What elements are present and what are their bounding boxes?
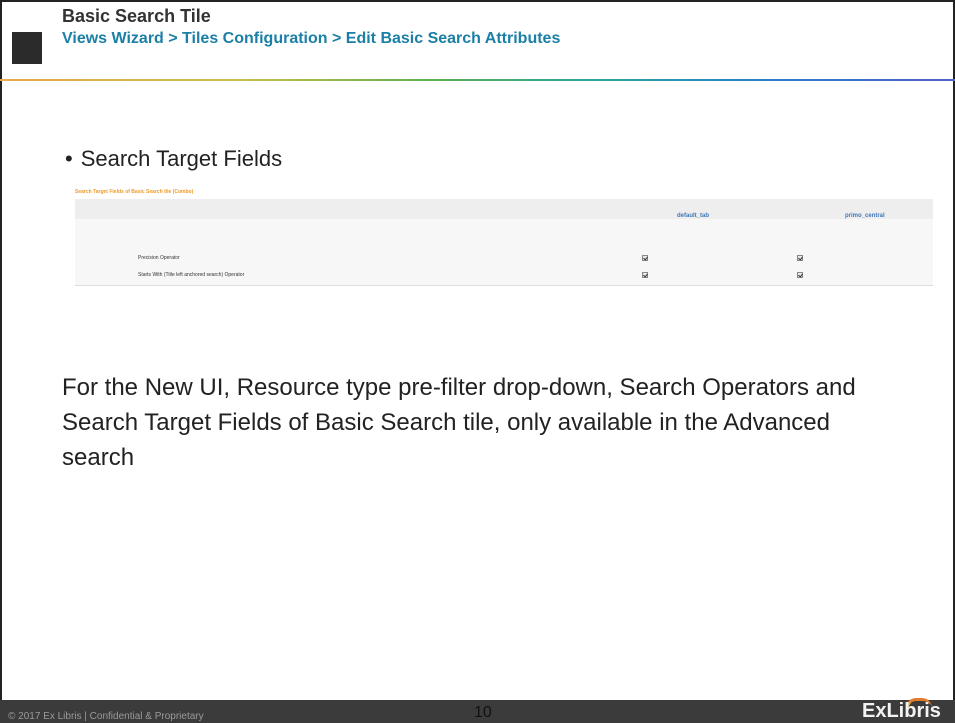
embedded-table-header <box>75 199 933 219</box>
bullet-text: Search Target Fields <box>80 146 283 171</box>
checkbox-precision-primo-central[interactable] <box>797 255 803 261</box>
bullet-dot-icon: • <box>65 146 73 171</box>
column-header-default-tab: default_tab <box>677 213 710 219</box>
table-row-label: Starts With (Title left anchored search)… <box>138 272 245 278</box>
checkbox-starts-with-default-tab[interactable] <box>642 272 648 278</box>
footer-copyright: © 2017 Ex Libris | Confidential & Propri… <box>8 711 204 722</box>
embedded-screenshot-title: Search Target Fields of Basic Search til… <box>75 189 194 195</box>
header-square-decoration <box>12 32 42 64</box>
body-text: For the New UI, Resource type pre-filter… <box>62 374 856 471</box>
logo-text: ExLibris <box>862 700 941 722</box>
slide-border-top <box>0 0 955 2</box>
slide-border-left <box>0 0 2 700</box>
breadcrumb: Views Wizard > Tiles Configuration > Edi… <box>62 30 561 47</box>
checkbox-starts-with-primo-central[interactable] <box>797 272 803 278</box>
column-header-primo-central: primo_central <box>845 213 885 219</box>
exlibris-logo: ExLibris <box>862 698 948 723</box>
header-divider <box>0 79 955 81</box>
checkbox-precision-default-tab[interactable] <box>642 255 648 261</box>
embedded-screenshot: Search Target Fields of Basic Search til… <box>75 188 935 286</box>
bullet-item: • Search Target Fields <box>65 146 282 172</box>
slide: Basic Search Tile Views Wizard > Tiles C… <box>0 0 955 723</box>
page-number: 10 <box>474 704 492 721</box>
table-row-label: Precision Operator <box>138 255 180 261</box>
slide-title: Basic Search Tile <box>62 6 211 26</box>
embedded-table-panel: default_tab primo_central Precision Oper… <box>75 199 933 286</box>
